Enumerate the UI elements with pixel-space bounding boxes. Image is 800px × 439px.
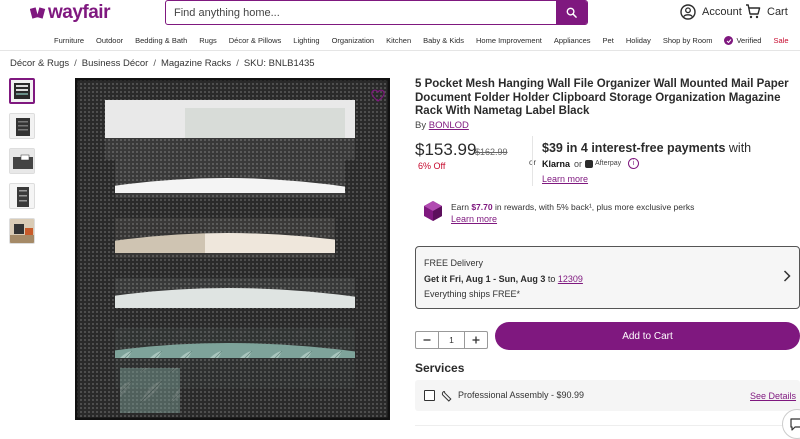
byline-prefix: By xyxy=(415,120,427,131)
payment-providers: Klarna or Afterpay i xyxy=(542,158,640,169)
rewards-gem-icon xyxy=(423,200,443,227)
breadcrumb-separator: / xyxy=(153,58,156,69)
wrench-icon xyxy=(441,389,453,407)
account-icon xyxy=(680,4,696,20)
installment-text: in 4 interest-free payments xyxy=(562,141,726,155)
thumbnail-5[interactable] xyxy=(9,218,35,244)
breadcrumb-separator: / xyxy=(236,58,239,69)
nav-item-decor-pillows[interactable]: Décor & Pillows xyxy=(229,36,282,45)
nav-item-rugs[interactable]: Rugs xyxy=(199,36,217,45)
breadcrumb: Décor & Rugs / Business Décor / Magazine… xyxy=(10,58,315,69)
search-icon xyxy=(566,7,577,18)
assembly-service-row: Professional Assembly - $90.99 See Detai… xyxy=(415,380,800,411)
rewards-text: Earn $7.70 in rewards, with 5% back¹, pl… xyxy=(451,202,694,212)
product-sku: SKU: BNLB1435 xyxy=(243,58,315,69)
breadcrumb-magazine-racks[interactable]: Magazine Racks xyxy=(161,58,231,69)
original-price: $162.99 xyxy=(475,147,508,157)
quantity-increase-button[interactable] xyxy=(465,332,487,348)
thumbnail-list xyxy=(9,78,37,253)
rewards-prefix: Earn xyxy=(451,202,472,212)
category-nav: Furniture Outdoor Bedding & Bath Rugs Dé… xyxy=(0,31,800,51)
search-button[interactable] xyxy=(556,1,587,24)
nav-item-bedding-bath[interactable]: Bedding & Bath xyxy=(135,36,187,45)
divider xyxy=(415,425,800,426)
product-main-image[interactable] xyxy=(74,77,391,421)
add-to-cart-button[interactable]: Add to Cart xyxy=(495,322,800,350)
afterpay-icon xyxy=(585,159,594,168)
thumbnail-4[interactable] xyxy=(9,183,35,209)
breadcrumb-decor-rugs[interactable]: Décor & Rugs xyxy=(10,58,69,69)
nav-item-verified[interactable]: Verified xyxy=(724,36,761,45)
site-header: wayfair Account Cart xyxy=(0,0,800,30)
installment-with: with xyxy=(725,141,752,155)
afterpay-logo: Afterpay xyxy=(585,159,622,168)
nav-item-sale[interactable]: Sale xyxy=(773,36,788,45)
delivery-to: to xyxy=(545,274,558,284)
account-label: Account xyxy=(702,6,742,18)
nav-item-shop-by-room[interactable]: Shop by Room xyxy=(663,36,713,45)
installment-offer: $39 in 4 interest-free payments with xyxy=(542,141,751,155)
rewards-amount: $7.70 xyxy=(471,202,493,212)
thumbnail-1[interactable] xyxy=(9,78,35,104)
nav-item-pet[interactable]: Pet xyxy=(603,36,614,45)
wayfair-logo-icon xyxy=(30,5,46,21)
brand-link[interactable]: BONLOD xyxy=(429,120,469,131)
info-icon[interactable]: i xyxy=(628,158,640,169)
nav-item-organization[interactable]: Organization xyxy=(332,36,375,45)
minus-icon xyxy=(423,339,431,341)
chevron-right-icon xyxy=(783,269,791,287)
see-details-link[interactable]: See Details xyxy=(750,391,796,401)
breadcrumb-separator: / xyxy=(74,58,77,69)
search-bar xyxy=(165,0,588,25)
rewards-suffix: in rewards, with 5% back¹, plus more exc… xyxy=(492,202,695,212)
delivery-ships-free: Everything ships FREE* xyxy=(424,289,521,299)
product-price: $153.99 xyxy=(415,140,477,159)
plus-icon xyxy=(472,336,480,344)
product-title: 5 Pocket Mesh Hanging Wall File Organize… xyxy=(415,78,789,117)
assembly-checkbox[interactable] xyxy=(424,390,435,401)
price-divider xyxy=(532,136,533,186)
wayfair-logo-text: wayfair xyxy=(48,2,110,23)
chat-button[interactable] xyxy=(782,409,800,439)
verified-label: Verified xyxy=(736,36,762,45)
quantity-decrease-button[interactable] xyxy=(416,332,438,348)
nav-item-outdoor[interactable]: Outdoor xyxy=(96,36,123,45)
quantity-value[interactable]: 1 xyxy=(438,332,465,348)
discount-badge: 6% Off xyxy=(418,161,446,171)
assembly-label: Professional Assembly - $90.99 xyxy=(458,390,585,400)
nav-item-home-improvement[interactable]: Home Improvement xyxy=(476,36,542,45)
nav-item-baby-kids[interactable]: Baby & Kids xyxy=(423,36,464,45)
thumbnail-3[interactable] xyxy=(9,148,35,174)
klarna-logo: Klarna xyxy=(542,158,571,169)
nav-item-kitchen[interactable]: Kitchen xyxy=(386,36,411,45)
cart-button[interactable]: Cart xyxy=(745,4,788,19)
delivery-dates: Get it Fri, Aug 1 - Sun, Aug 3 to 12309 xyxy=(424,274,583,284)
delivery-date-range: Get it Fri, Aug 1 - Sun, Aug 3 xyxy=(424,274,546,284)
search-input[interactable] xyxy=(166,1,556,24)
nav-item-holiday[interactable]: Holiday xyxy=(626,36,651,45)
delivery-box[interactable]: FREE Delivery Get it Fri, Aug 1 - Sun, A… xyxy=(415,246,800,309)
breadcrumb-business-decor[interactable]: Business Décor xyxy=(82,58,149,69)
quantity-stepper: 1 xyxy=(415,331,488,349)
favorite-heart-icon[interactable] xyxy=(371,89,385,107)
nav-item-furniture[interactable]: Furniture xyxy=(54,36,84,45)
afterpay-label: Afterpay xyxy=(595,160,622,167)
services-heading: Services xyxy=(415,361,465,375)
or-small: or xyxy=(574,158,583,169)
nav-item-appliances[interactable]: Appliances xyxy=(554,36,591,45)
installment-learn-more-link[interactable]: Learn more xyxy=(542,174,588,184)
chat-icon xyxy=(790,417,800,431)
cart-icon xyxy=(746,4,761,19)
wayfair-logo[interactable]: wayfair xyxy=(30,2,110,24)
cart-label: Cart xyxy=(767,5,788,18)
rewards-learn-more-link[interactable]: Learn more xyxy=(451,214,497,224)
delivery-free-label: FREE Delivery xyxy=(424,258,484,268)
account-button[interactable]: Account xyxy=(680,4,742,20)
nav-item-lighting[interactable]: Lighting xyxy=(293,36,319,45)
delivery-zip-link[interactable]: 12309 xyxy=(558,274,583,284)
installment-amount: $39 xyxy=(542,141,563,155)
verified-icon xyxy=(724,36,734,45)
thumbnail-2[interactable] xyxy=(9,113,35,139)
product-byline: By BONLOD xyxy=(415,120,469,131)
